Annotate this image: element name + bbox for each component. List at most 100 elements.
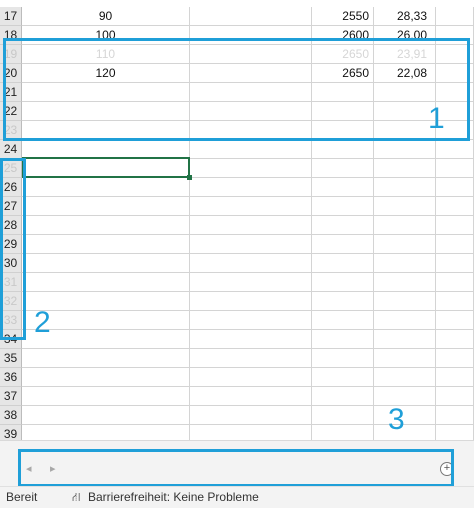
grid-cell[interactable] [374,387,436,406]
grid-cell[interactable] [374,197,436,216]
grid-cell[interactable] [312,368,374,387]
grid-cell[interactable]: 28,33 [374,7,436,26]
grid-cell[interactable] [374,254,436,273]
grid-cell[interactable] [22,406,190,425]
fill-handle[interactable] [187,175,192,180]
grid-cell[interactable] [190,292,312,311]
grid-cell[interactable] [312,197,374,216]
table-row[interactable]: 34 [0,330,474,349]
grid-cell[interactable] [312,330,374,349]
grid-cell[interactable] [436,159,474,178]
grid-cell[interactable] [22,425,190,440]
grid-cell[interactable] [436,387,474,406]
grid-cell[interactable] [312,140,374,159]
row-header[interactable]: 24 [0,140,22,159]
row-header[interactable]: 38 [0,406,22,425]
row-header[interactable]: 35 [0,349,22,368]
grid-cell[interactable] [436,368,474,387]
grid-cell[interactable] [190,349,312,368]
table-row[interactable]: 30 [0,254,474,273]
grid-cell[interactable] [436,292,474,311]
table-row[interactable]: 35 [0,349,474,368]
grid-cell[interactable] [312,387,374,406]
grid-cell[interactable] [190,235,312,254]
grid-cell[interactable] [190,368,312,387]
grid-cell[interactable] [312,349,374,368]
selected-cell[interactable] [22,157,190,178]
grid-cell[interactable] [436,273,474,292]
grid-cell[interactable] [190,178,312,197]
row-header[interactable]: 39 [0,425,22,440]
grid-cell[interactable] [22,273,190,292]
grid-cell[interactable] [312,292,374,311]
grid-cell[interactable] [190,216,312,235]
grid-cell[interactable] [374,178,436,197]
grid-cell[interactable] [436,254,474,273]
grid-cell[interactable] [312,216,374,235]
row-header[interactable]: 17 [0,7,22,26]
table-row[interactable]: 27 [0,197,474,216]
grid-cell[interactable] [312,254,374,273]
grid-cell[interactable] [436,349,474,368]
table-row[interactable]: 28 [0,216,474,235]
table-row[interactable]: 33 [0,311,474,330]
grid-cell[interactable] [190,406,312,425]
grid-cell[interactable] [374,311,436,330]
grid-cell[interactable] [22,368,190,387]
grid-cell[interactable] [374,140,436,159]
grid-cell[interactable] [374,273,436,292]
grid-cell[interactable] [190,159,312,178]
table-row[interactable]: 32 [0,292,474,311]
grid-cell[interactable] [374,425,436,440]
accessibility-icon[interactable]: ⛙ [72,490,80,506]
grid-cell[interactable] [312,406,374,425]
grid-cell[interactable] [436,235,474,254]
grid-cell[interactable] [436,216,474,235]
grid-cell[interactable] [22,216,190,235]
grid-cell[interactable]: 2550 [312,7,374,26]
accessibility-status[interactable]: Barrierefreiheit: Keine Probleme [88,490,259,504]
table-row[interactable]: 17 90 2550 28,33 [0,7,474,26]
grid-cell[interactable] [312,159,374,178]
grid-cell[interactable] [436,178,474,197]
grid-cell[interactable] [22,387,190,406]
table-row[interactable]: 29 [0,235,474,254]
grid-cell[interactable] [374,349,436,368]
grid-cell[interactable] [312,178,374,197]
grid-cell[interactable] [190,140,312,159]
grid-cell[interactable] [22,197,190,216]
grid-cell[interactable] [374,235,436,254]
grid-cell[interactable] [190,7,312,26]
grid-cell[interactable] [190,387,312,406]
row-header[interactable]: 36 [0,368,22,387]
grid-cell[interactable] [374,292,436,311]
grid-cell[interactable] [190,197,312,216]
grid-cell[interactable] [374,216,436,235]
grid-cell[interactable] [374,406,436,425]
grid-cell[interactable] [436,330,474,349]
grid-cell[interactable] [22,178,190,197]
table-row[interactable]: 26 [0,178,474,197]
grid-cell[interactable] [22,349,190,368]
grid-cell[interactable] [436,140,474,159]
grid-cell[interactable] [190,330,312,349]
grid-cell[interactable] [436,425,474,440]
grid-cell[interactable] [374,368,436,387]
grid-cell[interactable] [190,254,312,273]
grid-cell[interactable] [190,273,312,292]
grid-cell[interactable] [312,311,374,330]
grid-cell[interactable] [312,235,374,254]
grid-cell[interactable] [436,7,474,26]
grid-cell[interactable] [374,330,436,349]
grid-cell[interactable] [436,197,474,216]
grid-cell[interactable] [22,254,190,273]
row-header[interactable]: 37 [0,387,22,406]
grid-cell[interactable] [436,406,474,425]
table-row[interactable]: 31 [0,273,474,292]
grid-cell[interactable] [436,311,474,330]
grid-cell[interactable]: 90 [22,7,190,26]
grid-cell[interactable] [190,425,312,440]
table-row[interactable]: 36 [0,368,474,387]
grid-cell[interactable] [374,159,436,178]
grid-cell[interactable] [190,311,312,330]
